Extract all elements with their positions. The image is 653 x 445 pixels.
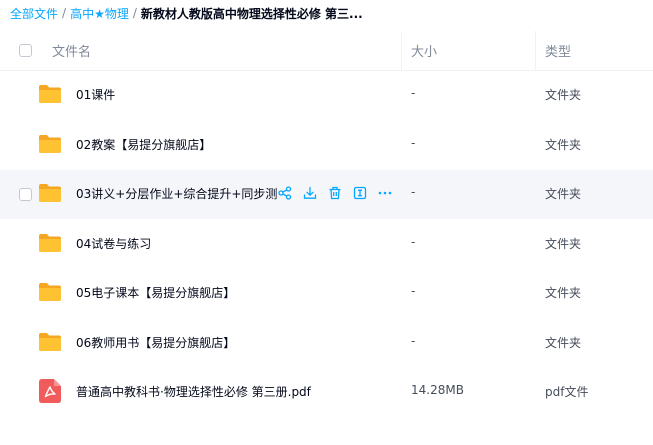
file-size: - [411, 234, 416, 249]
file-size: 14.28MB [411, 383, 464, 397]
file-type: 文件夹 [545, 236, 582, 251]
breadcrumb-all-files[interactable]: 全部文件 [10, 5, 58, 22]
delete-icon[interactable] [327, 185, 343, 201]
file-size: - [411, 135, 416, 150]
breadcrumb-physics[interactable]: 高中★物理 [70, 5, 129, 22]
file-name[interactable]: 03讲义+分层作业+综合提升+同步测 [76, 185, 277, 202]
folder-icon [38, 134, 62, 154]
file-table: 文件名 大小 类型 01课件 - 文件夹 02教案【易提分旗舰店】 - 文件夹 03讲义… [0, 31, 653, 403]
file-size: - [411, 284, 416, 298]
more-icon[interactable] [377, 185, 393, 201]
file-name[interactable]: 05电子课本【易提分旗舰店】 [76, 284, 235, 301]
file-name[interactable]: 普通高中教科书·物理选择性必修 第三册.pdf [76, 383, 311, 400]
rename-icon[interactable] [352, 185, 368, 201]
folder-icon [38, 282, 62, 302]
file-size: - [411, 185, 416, 199]
table-row[interactable]: 04试卷与练习 - 文件夹 [0, 220, 653, 269]
table-row[interactable]: 02教案【易提分旗舰店】 - 文件夹 [0, 121, 653, 170]
folder-icon [38, 233, 62, 253]
row-checkbox[interactable] [19, 188, 32, 201]
table-header: 文件名 大小 类型 [0, 31, 653, 71]
table-row[interactable]: 06教师用书【易提分旗舰店】 - 文件夹 [0, 319, 653, 368]
header-name[interactable]: 文件名 [52, 41, 91, 60]
file-type: 文件夹 [545, 88, 582, 102]
file-name[interactable]: 06教师用书【易提分旗舰店】 [76, 334, 235, 351]
breadcrumb-current-folder: 新教材人教版高中物理选择性必修 第三... [140, 6, 363, 21]
breadcrumb-separator: / [62, 6, 67, 20]
file-type: 文件夹 [545, 137, 582, 152]
column-divider[interactable] [401, 31, 402, 71]
file-name[interactable]: 02教案【易提分旗舰店】 [76, 136, 211, 153]
breadcrumb: 全部文件 / 高中★物理 / 新教材人教版高中物理选择性必修 第三... [10, 4, 363, 22]
table-row[interactable]: 01课件 - 文件夹 [0, 71, 653, 120]
folder-icon [38, 84, 62, 104]
table-row[interactable]: 普通高中教科书·物理选择性必修 第三册.pdf 14.28MB pdf文件 [0, 368, 653, 417]
file-type: 文件夹 [545, 335, 582, 350]
download-icon[interactable] [302, 185, 318, 201]
table-row[interactable]: 05电子课本【易提分旗舰店】 - 文件夹 [0, 269, 653, 318]
folder-icon [38, 183, 62, 203]
file-name[interactable]: 01课件 [76, 86, 115, 103]
header-type[interactable]: 类型 [545, 41, 571, 60]
file-type: 文件夹 [545, 286, 582, 300]
column-divider[interactable] [535, 31, 536, 71]
file-type: pdf文件 [545, 385, 589, 399]
file-size: - [411, 86, 416, 100]
file-type: 文件夹 [545, 187, 582, 201]
header-size[interactable]: 大小 [411, 41, 437, 60]
breadcrumb-separator: / [132, 6, 137, 20]
row-actions [277, 185, 393, 201]
table-row[interactable]: 03讲义+分层作业+综合提升+同步测 - 文件夹 [0, 170, 653, 219]
file-size: - [411, 333, 416, 348]
pdf-icon [39, 379, 61, 403]
select-all-checkbox[interactable] [19, 44, 32, 57]
file-name[interactable]: 04试卷与练习 [76, 235, 151, 252]
folder-icon [38, 332, 62, 352]
share-icon[interactable] [277, 185, 293, 201]
